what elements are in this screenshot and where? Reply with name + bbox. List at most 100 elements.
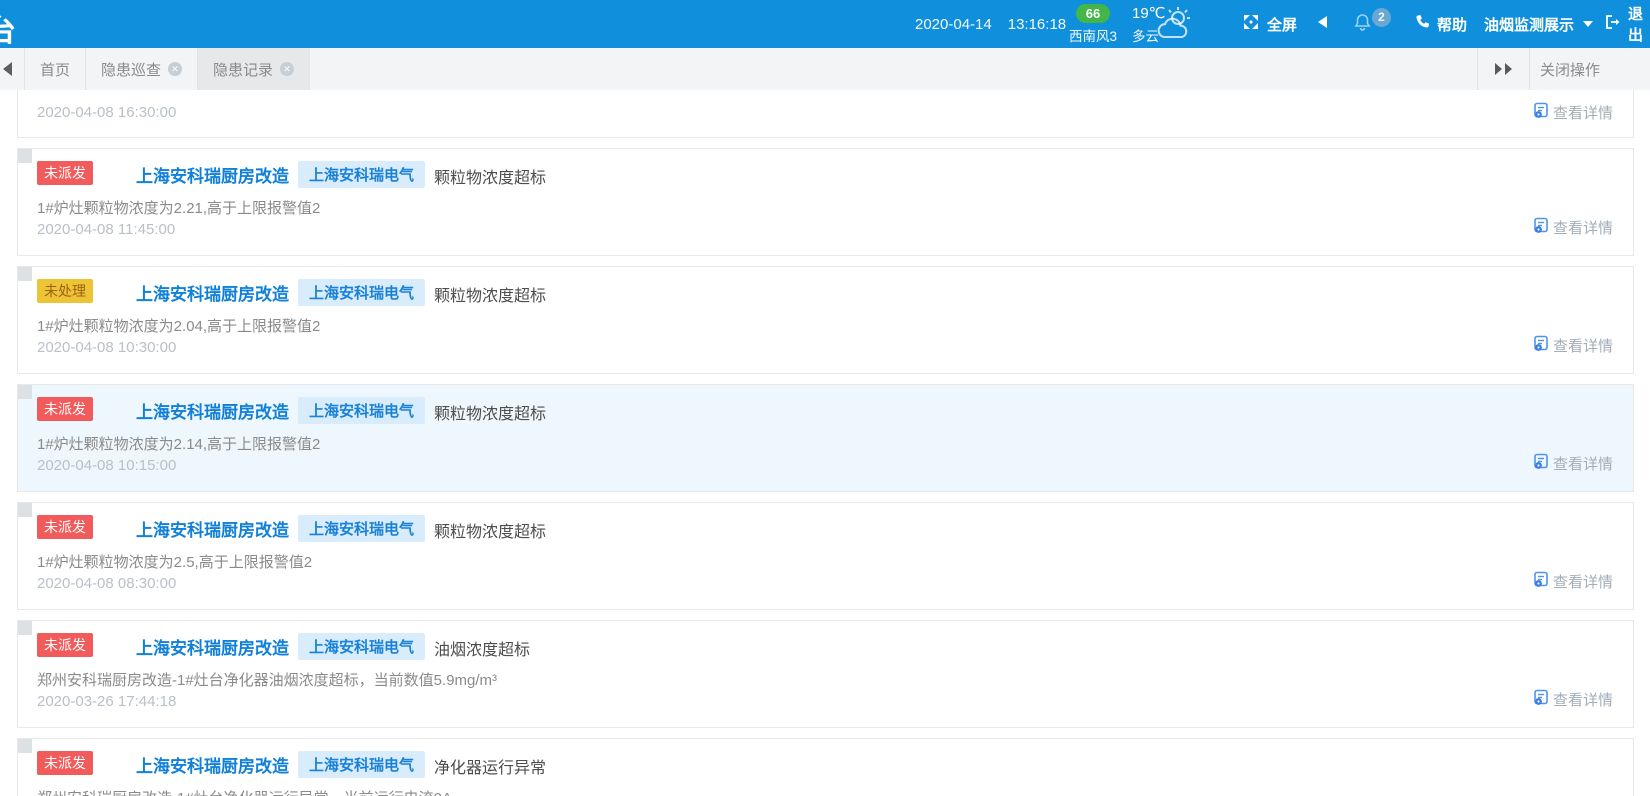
record-time: 2020-04-08 16:30:00 — [37, 104, 176, 121]
tab-scroll-left-icon[interactable] — [3, 62, 12, 76]
card-corner-mark — [18, 385, 32, 399]
wind-label: 西南风3 — [1056, 25, 1130, 45]
logout-icon — [1604, 14, 1621, 34]
alarm-category: 净化器运行异常 — [434, 754, 546, 778]
view-detail-link[interactable]: 查看详情 — [1533, 102, 1613, 123]
record-time: 2020-04-08 11:45:00 — [37, 221, 175, 238]
view-detail-label: 查看详情 — [1553, 102, 1613, 123]
close-operations-menu[interactable]: 关闭操作 — [1530, 59, 1650, 80]
record-card: 未派发 上海安科瑞厨房改造 上海安科瑞电气 颗粒物浓度超标 1#炉灶颗粒物浓度为… — [17, 148, 1634, 256]
alarm-description: 郑州安科瑞厨房改造-1#灶台净化器运行异常，当前运行电流0A — [37, 787, 452, 796]
detail-doc-icon — [1533, 102, 1550, 123]
alarm-description: 1#炉灶颗粒物浓度为2.5,高于上限报警值2 — [37, 551, 312, 572]
logout-label: 退出 — [1628, 3, 1650, 45]
view-detail-label: 查看详情 — [1553, 689, 1613, 710]
fullscreen-icon — [1242, 13, 1260, 35]
record-card: 未派发 上海安科瑞厨房改造 上海安科瑞电气 颗粒物浓度超标 1#炉灶颗粒物浓度为… — [17, 502, 1634, 610]
header-date: 2020-04-14 — [915, 16, 992, 33]
alarm-description: 1#炉灶颗粒物浓度为2.14,高于上限报警值2 — [37, 433, 320, 454]
status-badge: 未派发 — [37, 161, 93, 185]
view-detail-label: 查看详情 — [1553, 453, 1613, 474]
company-tag: 上海安科瑞电气 — [298, 397, 425, 424]
sun-cloud-icon — [1154, 5, 1196, 48]
site-menu-label: 油烟监测展示 — [1484, 14, 1574, 35]
app-title: 台 — [0, 6, 17, 50]
detail-doc-icon — [1533, 453, 1550, 474]
alarm-category: 颗粒物浓度超标 — [434, 164, 546, 188]
record-time: 2020-04-08 10:30:00 — [37, 339, 176, 356]
card-corner-mark — [18, 149, 32, 163]
view-detail-label: 查看详情 — [1553, 217, 1613, 238]
tab-label: 首页 — [40, 59, 70, 80]
company-tag: 上海安科瑞电气 — [298, 633, 425, 660]
header-datetime: 2020-04-14 13:16:18 — [915, 0, 1066, 48]
alarm-category: 颗粒物浓度超标 — [434, 400, 546, 424]
alarm-description: 1#炉灶颗粒物浓度为2.04,高于上限报警值2 — [37, 315, 320, 336]
tabbar: 首页 隐患巡查 ✕ 隐患记录 ✕ 关闭操作 — [0, 48, 1650, 90]
view-detail-label: 查看详情 — [1553, 335, 1613, 356]
tab-scroll-right-icon[interactable] — [1478, 63, 1529, 75]
tab-home[interactable]: 首页 — [24, 48, 86, 90]
logout-button[interactable]: 退出 — [1604, 0, 1650, 48]
alarm-description: 1#炉灶颗粒物浓度为2.21,高于上限报警值2 — [37, 197, 320, 218]
view-detail-link[interactable]: 查看详情 — [1533, 571, 1613, 592]
view-detail-link[interactable]: 查看详情 — [1533, 453, 1613, 474]
tab-list: 首页 隐患巡查 ✕ 隐患记录 ✕ — [24, 48, 310, 90]
mute-button[interactable] — [1316, 0, 1329, 48]
company-tag: 上海安科瑞电气 — [298, 161, 425, 188]
detail-doc-icon — [1533, 335, 1550, 356]
view-detail-link[interactable]: 查看详情 — [1533, 217, 1613, 238]
status-badge: 未处理 — [37, 279, 93, 303]
card-corner-mark — [18, 739, 32, 753]
view-detail-link[interactable]: 查看详情 — [1533, 689, 1613, 710]
weather-aqi-block: 66 西南风3 — [1056, 4, 1130, 45]
detail-doc-icon — [1533, 689, 1550, 710]
status-badge: 未派发 — [37, 751, 93, 775]
record-time: 2020-04-08 08:30:00 — [37, 575, 176, 592]
bell-icon — [1354, 13, 1371, 35]
record-card: 未处理 上海安科瑞厨房改造 上海安科瑞电气 颗粒物浓度超标 1#炉灶颗粒物浓度为… — [17, 266, 1634, 374]
status-badge: 未派发 — [37, 633, 93, 657]
tab-label: 隐患巡查 — [101, 59, 161, 80]
record-card: 未派发 上海安科瑞厨房改造 上海安科瑞电气 油烟浓度超标 郑州安科瑞厨房改造-1… — [17, 620, 1634, 728]
site-link[interactable]: 上海安科瑞厨房改造 — [136, 634, 289, 659]
site-link[interactable]: 上海安科瑞厨房改造 — [136, 752, 289, 777]
site-link[interactable]: 上海安科瑞厨房改造 — [136, 398, 289, 423]
record-card: 未派发 上海安科瑞厨房改造 上海安科瑞电气 净化器运行异常 郑州安科瑞厨房改造-… — [17, 738, 1634, 796]
site-link[interactable]: 上海安科瑞厨房改造 — [136, 162, 289, 187]
site-link[interactable]: 上海安科瑞厨房改造 — [136, 280, 289, 305]
tabbar-right-controls: 关闭操作 — [1477, 48, 1650, 90]
record-card-partial: 2020-04-08 16:30:00 查看详情 — [17, 90, 1634, 138]
site-link[interactable]: 上海安科瑞厨房改造 — [136, 516, 289, 541]
notifications-button[interactable]: 2 — [1354, 0, 1391, 48]
alarm-category: 颗粒物浓度超标 — [434, 518, 546, 542]
fullscreen-button[interactable]: 全屏 — [1242, 0, 1297, 48]
speaker-icon — [1316, 15, 1329, 33]
tab-item-2[interactable]: 隐患记录 ✕ — [198, 48, 310, 90]
tab-close-icon[interactable]: ✕ — [168, 62, 182, 76]
record-list: 2020-04-08 16:30:00 查看详情 未派发 上海安科瑞厨房改造 上… — [0, 90, 1650, 796]
card-corner-mark — [18, 503, 32, 517]
company-tag: 上海安科瑞电气 — [298, 279, 425, 306]
record-card: 未派发 上海安科瑞厨房改造 上海安科瑞电气 颗粒物浓度超标 1#炉灶颗粒物浓度为… — [17, 384, 1634, 492]
detail-doc-icon — [1533, 571, 1550, 592]
chevron-down-icon — [1583, 21, 1593, 27]
app-header: 台 2020-04-14 13:16:18 66 西南风3 19℃ 多云 全屏 — [0, 0, 1650, 48]
record-time: 2020-04-08 10:15:00 — [37, 457, 176, 474]
site-menu-dropdown[interactable]: 油烟监测展示 — [1484, 0, 1593, 48]
tab-item-1[interactable]: 隐患巡查 ✕ — [86, 48, 198, 90]
detail-doc-icon — [1533, 217, 1550, 238]
card-corner-mark — [18, 621, 32, 635]
phone-icon — [1414, 14, 1430, 34]
view-detail-link[interactable]: 查看详情 — [1533, 335, 1613, 356]
alarm-description: 郑州安科瑞厨房改造-1#灶台净化器油烟浓度超标，当前数值5.9mg/m³ — [37, 669, 497, 690]
help-label: 帮助 — [1437, 14, 1467, 35]
record-time: 2020-03-26 17:44:18 — [37, 693, 176, 710]
card-corner-mark — [18, 267, 32, 281]
tab-close-icon[interactable]: ✕ — [280, 62, 294, 76]
status-badge: 未派发 — [37, 515, 93, 539]
tab-label: 隐患记录 — [213, 59, 273, 80]
help-button[interactable]: 帮助 — [1414, 0, 1467, 48]
aqi-badge: 66 — [1076, 4, 1110, 23]
alarm-category: 颗粒物浓度超标 — [434, 282, 546, 306]
